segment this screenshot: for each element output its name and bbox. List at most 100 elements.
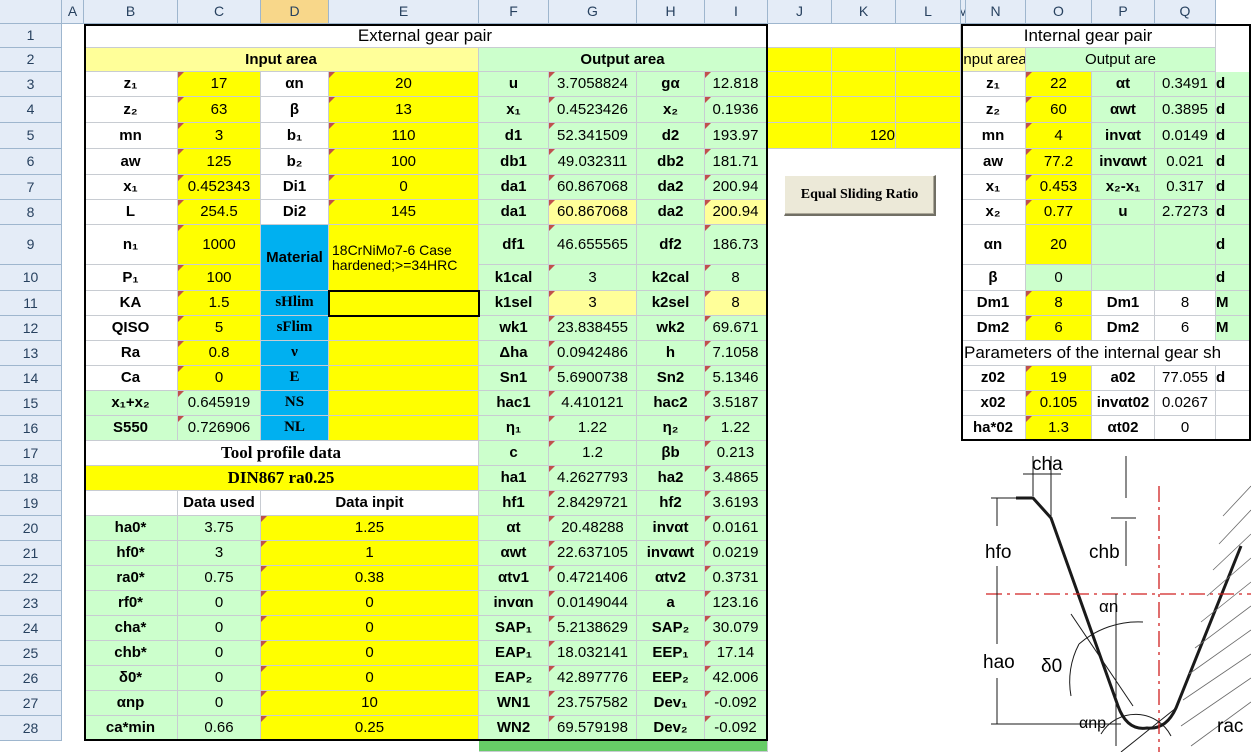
output-label2-20[interactable]: invαt [637, 516, 705, 541]
input-label-7[interactable]: x₁ [84, 175, 178, 200]
blank-ijk-6[interactable] [768, 149, 961, 175]
output-label-14[interactable]: Sn1 [479, 366, 549, 391]
output-value-28[interactable]: 69.579198 [549, 716, 637, 741]
param-value-4[interactable]: 13 [329, 97, 479, 123]
output-label2-6[interactable]: db2 [637, 149, 705, 175]
input-label-4[interactable]: z₂ [84, 97, 178, 123]
param-value-16[interactable] [329, 416, 479, 441]
column-header-p[interactable]: P [1092, 0, 1155, 24]
internal-shaper-params-title[interactable]: Parameters of the internal gear sh [961, 341, 1251, 366]
tool-used-24[interactable]: 0 [178, 616, 261, 641]
row-header-15[interactable]: 15 [0, 391, 62, 416]
internal-value-11[interactable]: 8 [1026, 291, 1092, 316]
row-header-19[interactable]: 19 [0, 491, 62, 516]
output-label2-4[interactable]: x₂ [637, 97, 705, 123]
output-label-4[interactable]: x₁ [479, 97, 549, 123]
cell-i3[interactable] [768, 72, 832, 97]
equal-sliding-ratio-button[interactable]: Equal Sliding Ratio [784, 175, 936, 216]
output-value2-21[interactable]: 0.0219 [705, 541, 768, 566]
output-value2-13[interactable]: 7.1058 [705, 341, 768, 366]
row-header-21[interactable]: 21 [0, 541, 62, 566]
output-label-26[interactable]: EAP₂ [479, 666, 549, 691]
internal-input-area-header[interactable]: Input area [961, 48, 1026, 72]
row-header-13[interactable]: 13 [0, 341, 62, 366]
tool-input-26[interactable]: 0 [261, 666, 479, 691]
internal-value-10[interactable]: 0 [1026, 265, 1092, 291]
param-value-15[interactable] [329, 391, 479, 416]
cell-k5[interactable] [896, 123, 961, 149]
output-label2-22[interactable]: αtv2 [637, 566, 705, 591]
internal-label-3[interactable]: z₁ [961, 72, 1026, 97]
output-label-18[interactable]: ha1 [479, 466, 549, 491]
param-label-15[interactable]: NS [261, 391, 329, 416]
output-value-24[interactable]: 5.2138629 [549, 616, 637, 641]
cell-k4[interactable] [896, 97, 961, 123]
internal-value2-7[interactable]: 0.317 [1155, 175, 1216, 200]
input-label-9[interactable]: n₁ [84, 225, 178, 265]
row-header-23[interactable]: 23 [0, 591, 62, 616]
param-label-8[interactable]: Di2 [261, 200, 329, 225]
internal-label-7[interactable]: x₁ [961, 175, 1026, 200]
output-value2-20[interactable]: 0.0161 [705, 516, 768, 541]
output-label-12[interactable]: wk1 [479, 316, 549, 341]
input-value-13[interactable]: 0.8 [178, 341, 261, 366]
output-label-5[interactable]: d1 [479, 123, 549, 149]
output-label2-15[interactable]: hac2 [637, 391, 705, 416]
input-label-15[interactable]: x₁+x₂ [84, 391, 178, 416]
output-value-10[interactable]: 3 [549, 265, 637, 291]
tool-used-26[interactable]: 0 [178, 666, 261, 691]
internal-label3-8[interactable]: d [1216, 200, 1251, 225]
row-header-16[interactable]: 16 [0, 416, 62, 441]
input-label-14[interactable]: Ca [84, 366, 178, 391]
output-value-16[interactable]: 1.22 [549, 416, 637, 441]
param-value-6[interactable]: 100 [329, 149, 479, 175]
internal-label3-10[interactable]: d [1216, 265, 1251, 291]
internal-value-4[interactable]: 60 [1026, 97, 1092, 123]
output-label2-9[interactable]: df2 [637, 225, 705, 265]
output-value2-9[interactable]: 186.73 [705, 225, 768, 265]
blank-ijk-23[interactable] [768, 591, 961, 616]
shaper-value-14[interactable]: 19 [1026, 366, 1092, 391]
row-header-25[interactable]: 25 [0, 641, 62, 666]
blank-ijk-9[interactable] [768, 225, 961, 265]
tool-input-22[interactable]: 0.38 [261, 566, 479, 591]
param-value-7[interactable]: 0 [329, 175, 479, 200]
input-label-13[interactable]: Ra [84, 341, 178, 366]
output-label-20[interactable]: αt [479, 516, 549, 541]
output-value-14[interactable]: 5.6900738 [549, 366, 637, 391]
internal-label-10[interactable]: β [961, 265, 1026, 291]
output-label-15[interactable]: hac1 [479, 391, 549, 416]
output-value2-24[interactable]: 30.079 [705, 616, 768, 641]
j5-value[interactable]: 120 [832, 123, 896, 149]
output-label-22[interactable]: αtv1 [479, 566, 549, 591]
column-header-h[interactable]: H [637, 0, 705, 24]
tool-used-25[interactable]: 0 [178, 641, 261, 666]
param-value-14[interactable] [329, 366, 479, 391]
tool-label-21[interactable]: hf0* [84, 541, 178, 566]
output-value2-28[interactable]: -0.092 [705, 716, 768, 741]
material-value[interactable]: 18CrNiMo7-6 Case hardened;>=34HRC [329, 241, 479, 291]
internal-label3-7[interactable]: d [1216, 175, 1251, 200]
blank-ijk-11[interactable] [768, 291, 961, 316]
shaper-label-15[interactable]: x02 [961, 391, 1026, 416]
shaper-label3-16[interactable] [1216, 416, 1251, 441]
tool-input-28[interactable]: 0.25 [261, 716, 479, 741]
input-value-12[interactable]: 5 [178, 316, 261, 341]
output-value-15[interactable]: 4.410121 [549, 391, 637, 416]
output-label2-13[interactable]: h [637, 341, 705, 366]
input-value-11[interactable]: 1.5 [178, 291, 261, 316]
param-label-12[interactable]: sFlim [261, 316, 329, 341]
shaper-label2-14[interactable]: a02 [1092, 366, 1155, 391]
internal-value2-5[interactable]: 0.0149 [1155, 123, 1216, 149]
row-header-5[interactable]: 5 [0, 123, 62, 149]
external-gear-pair-title[interactable]: External gear pair [84, 24, 768, 48]
output-label2-19[interactable]: hf2 [637, 491, 705, 516]
shaper-label3-14[interactable]: d [1216, 366, 1251, 391]
param-value-11[interactable] [329, 291, 479, 316]
internal-label-8[interactable]: x₂ [961, 200, 1026, 225]
blank-ijk-25[interactable] [768, 641, 961, 666]
internal-label3-9[interactable]: d [1216, 225, 1251, 265]
tool-label-23[interactable]: rf0* [84, 591, 178, 616]
din-standard[interactable]: DIN867 ra0.25 [84, 466, 479, 491]
output-label-10[interactable]: k1cal [479, 265, 549, 291]
